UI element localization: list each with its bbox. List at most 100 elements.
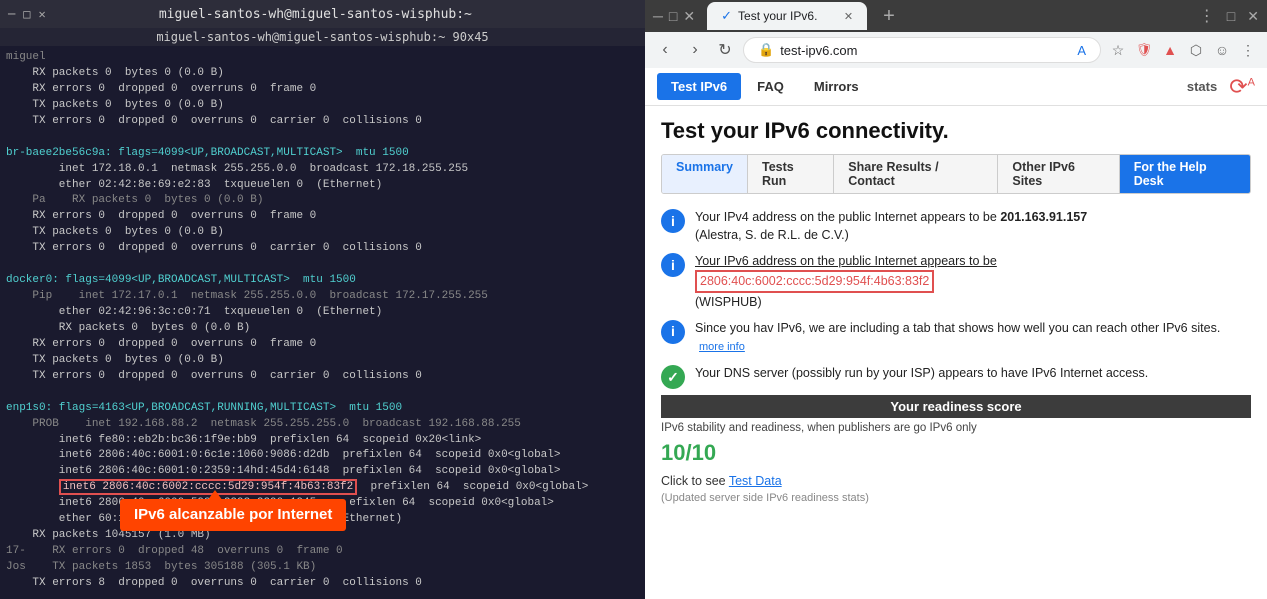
browser-minimize-btn[interactable]: ─ (653, 8, 663, 25)
browser-window-controls[interactable]: ─ □ ✕ (653, 8, 695, 25)
test-data-line: Click to see Test Data (661, 474, 1251, 488)
url-text: test-ipv6.com (780, 43, 1073, 58)
back-button[interactable]: ‹ (653, 38, 677, 62)
terminal-line: ether 02:42:8e:69:e2:83 txqueuelen 0 (Et… (6, 178, 639, 194)
info-text-ipv6: Your IPv6 address on the public Internet… (695, 252, 997, 310)
site-nav-stats[interactable]: stats (1187, 79, 1217, 94)
reload-button[interactable]: ↻ (713, 38, 737, 62)
terminal-line: docker0: flags=4099<UP,BROADCAST,MULTICA… (6, 273, 639, 289)
terminal-line: RX errors 0 dropped 0 overruns 0 frame 0 (6, 82, 639, 98)
content-tabs: Summary Tests Run Share Results / Contac… (661, 154, 1251, 194)
tab-title: Test your IPv6. (738, 9, 817, 23)
updated-text: (Updated server side IPv6 readiness stat… (661, 492, 1251, 504)
readiness-text: IPv6 stability and readiness, when publi… (661, 422, 1251, 434)
browser-tab[interactable]: ✓ Test your IPv6. ✕ (707, 2, 867, 30)
terminal-line: inet6 2806:40c:6001:0:6c1e:1060:9086:d2d… (6, 448, 639, 464)
tab-other-ipv6[interactable]: Other IPv6 Sites (998, 155, 1119, 193)
readiness-bar: Your readiness score (661, 395, 1251, 418)
terminal-line (6, 130, 639, 146)
ipv6-address: 2806:40c:6002:cccc:5d29:954f:4b63:83f2 (695, 270, 934, 292)
terminal-line: Pa RX packets 0 bytes 0 (0.0 B) (6, 193, 639, 209)
terminal-line: inet6 2806:40c:6001:0:2359:14hd:45d4:614… (6, 464, 639, 480)
info-item-ipv4: i Your IPv4 address on the public Intern… (661, 208, 1251, 244)
info-item-ipv6: i Your IPv6 address on the public Intern… (661, 252, 1251, 310)
site-nav: Test IPv6 FAQ Mirrors stats ⟳A (645, 68, 1267, 106)
info-icon-tab: i (661, 320, 685, 344)
extension-icon2[interactable]: ▲ (1159, 39, 1181, 61)
site-content: Test your IPv6 connectivity. Summary Tes… (645, 106, 1267, 599)
terminal-body[interactable]: miguel RX packets 0 bytes 0 (0.0 B) RX e… (0, 46, 645, 599)
info-icon-ipv4: i (661, 209, 685, 233)
tab-summary[interactable]: Summary (662, 155, 748, 193)
terminal-line: inet6 fe80::eb2b:bc36:1f9e:bb9 prefixlen… (6, 433, 639, 449)
maximize-btn[interactable]: □ (23, 7, 30, 21)
site-nav-test-ipv6[interactable]: Test IPv6 (657, 73, 741, 100)
more-info-link[interactable]: more info (699, 341, 745, 353)
close-btn[interactable]: ✕ (38, 7, 45, 21)
translate-icon[interactable]: A (1077, 43, 1086, 58)
terminal-line: RX packets 0 bytes 0 (0.0 B) (6, 66, 639, 82)
tab-help-desk[interactable]: For the Help Desk (1120, 155, 1250, 193)
terminal-line: ether 02:42:96:3c:c0:71 txqueuelen 0 (Et… (6, 305, 639, 321)
address-bar[interactable]: 🔒 test-ipv6.com A (743, 37, 1101, 63)
tab-close-btn[interactable]: ✕ (844, 10, 853, 23)
shield-icon: 🔒 (758, 42, 774, 58)
terminal-line: TX errors 0 dropped 0 overruns 0 carrier… (6, 114, 639, 130)
info-list: i Your IPv4 address on the public Intern… (661, 208, 1251, 389)
info-text-tab: Since you hav​ IPv6, we are including a … (695, 319, 1251, 356)
browser-extra-btn[interactable]: □ (1227, 8, 1235, 24)
info-item-tab: i Since you hav​ IPv6, we are including … (661, 319, 1251, 356)
browser-extra2-btn[interactable]: ✕ (1247, 8, 1259, 25)
terminal-line: br-baee2be56c9a: flags=4099<UP,BROADCAST… (6, 146, 639, 162)
extension-icon1[interactable]: 🛡 (1133, 39, 1155, 61)
toolbar-icons: ☆ 🛡 ▲ ⬡ ☺ ⋮ (1107, 39, 1259, 61)
browser-toolbar: ‹ › ↻ 🔒 test-ipv6.com A ☆ 🛡 ▲ ⬡ ☺ ⋮ (645, 32, 1267, 68)
info-item-dns: ✓ Your DNS server (possibly run by your … (661, 364, 1251, 389)
info-text-ipv4: Your IPv4 address on the public Internet… (695, 208, 1087, 244)
extension-icon3[interactable]: ⬡ (1185, 39, 1207, 61)
highlighted-ipv6-line: inet6 2806:40c:6002:cccc:5d29:954f:4b63:… (6, 480, 639, 496)
browser-close-btn[interactable]: ✕ (683, 8, 695, 25)
ipv6-arrow-label: IPv6 alcanzable por Internet (120, 499, 346, 531)
terminal-line: Jos TX packets 1853 bytes 305188 (305.1 … (6, 560, 639, 576)
forward-button[interactable]: › (683, 38, 707, 62)
bookmark-icon[interactable]: ☆ (1107, 39, 1129, 61)
browser-titlebar: ─ □ ✕ ✓ Test your IPv6. ✕ + ⋮ □ ✕ (645, 0, 1267, 32)
terminal-line: RX packets 0 bytes 0 (0.0 B) (6, 321, 639, 337)
terminal-line: Pip inet 172.17.0.1 netmask 255.255.0.0 … (6, 289, 639, 305)
terminal-line (6, 385, 639, 401)
minimize-btn[interactable]: ─ (8, 7, 15, 21)
terminal-subtitle: miguel-santos-wh@miguel-santos-wisphub:~… (0, 28, 645, 46)
info-icon-dns: ✓ (661, 365, 685, 389)
info-icon-ipv6: i (661, 253, 685, 277)
terminal-line: 17- RX errors 0 dropped 48 overruns 0 fr… (6, 544, 639, 560)
test-data-link[interactable]: Test Data (729, 474, 782, 488)
terminal-window-controls[interactable]: ─ □ ✕ (8, 7, 46, 21)
terminal-line: enp1s0: flags=4163<UP,BROADCAST,RUNNING,… (6, 401, 639, 417)
terminal-line (6, 592, 639, 599)
extension-icon4[interactable]: ☺ (1211, 39, 1233, 61)
terminal-line: RX errors 0 dropped 0 overruns 0 frame 0 (6, 337, 639, 353)
browser-more-btn[interactable]: ⋮ (1195, 6, 1219, 26)
terminal-panel: ─ □ ✕ miguel-santos-wh@miguel-santos-wis… (0, 0, 645, 599)
terminal-title: miguel-santos-wh@miguel-santos-wisphub:~ (46, 7, 585, 22)
terminal-line: miguel (6, 50, 639, 66)
browser-panel: ─ □ ✕ ✓ Test your IPv6. ✕ + ⋮ □ ✕ ‹ › ↻ … (645, 0, 1267, 599)
terminal-line: inet 172.18.0.1 netmask 255.255.0.0 broa… (6, 162, 639, 178)
tab-tests-run[interactable]: Tests Run (748, 155, 834, 193)
site-nav-mirrors[interactable]: Mirrors (800, 73, 873, 100)
site-nav-faq[interactable]: FAQ (743, 73, 798, 100)
info-text-dns: Your DNS server (possibly run by your IS… (695, 364, 1148, 382)
tab-favicon-icon: ✓ (721, 8, 732, 24)
tab-share-results[interactable]: Share Results / Contact (834, 155, 998, 193)
more-options-icon[interactable]: ⋮ (1237, 39, 1259, 61)
terminal-line: PROB inet 192.168.88.2 netmask 255.255.2… (6, 417, 639, 433)
translate-popup-icon[interactable]: ⟳A (1229, 74, 1255, 100)
new-tab-btn[interactable]: + (875, 5, 903, 28)
terminal-line: TX packets 0 bytes 0 (0.0 B) (6, 225, 639, 241)
terminal-line: TX packets 0 bytes 0 (0.0 B) (6, 98, 639, 114)
browser-maximize-btn[interactable]: □ (669, 8, 677, 25)
terminal-line: TX errors 8 dropped 0 overruns 0 carrier… (6, 576, 639, 592)
terminal-line: TX errors 0 dropped 0 overruns 0 carrier… (6, 369, 639, 385)
site-title: Test your IPv6 connectivity. (661, 118, 1251, 144)
